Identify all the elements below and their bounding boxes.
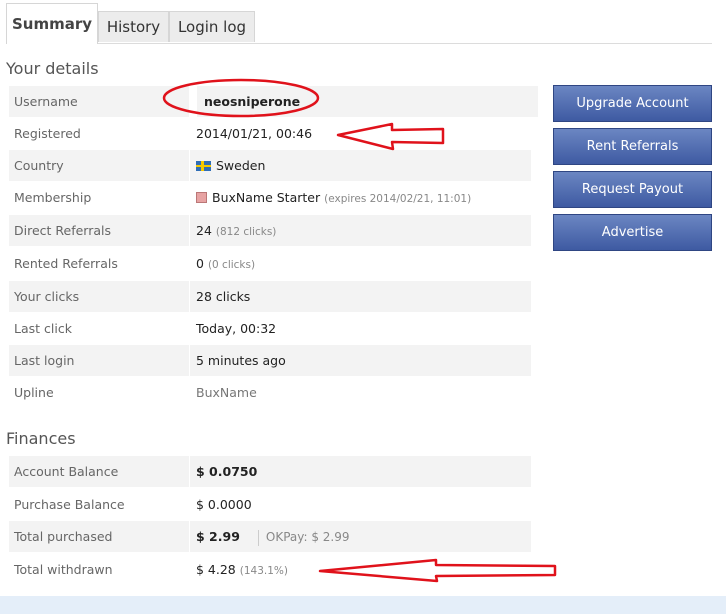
arrow-left-icon-2 [318,558,557,583]
page-footer-band [0,596,726,614]
annotation-layer [162,78,557,583]
highlight-ellipse [162,78,320,118]
arrow-left-icon [336,122,445,151]
